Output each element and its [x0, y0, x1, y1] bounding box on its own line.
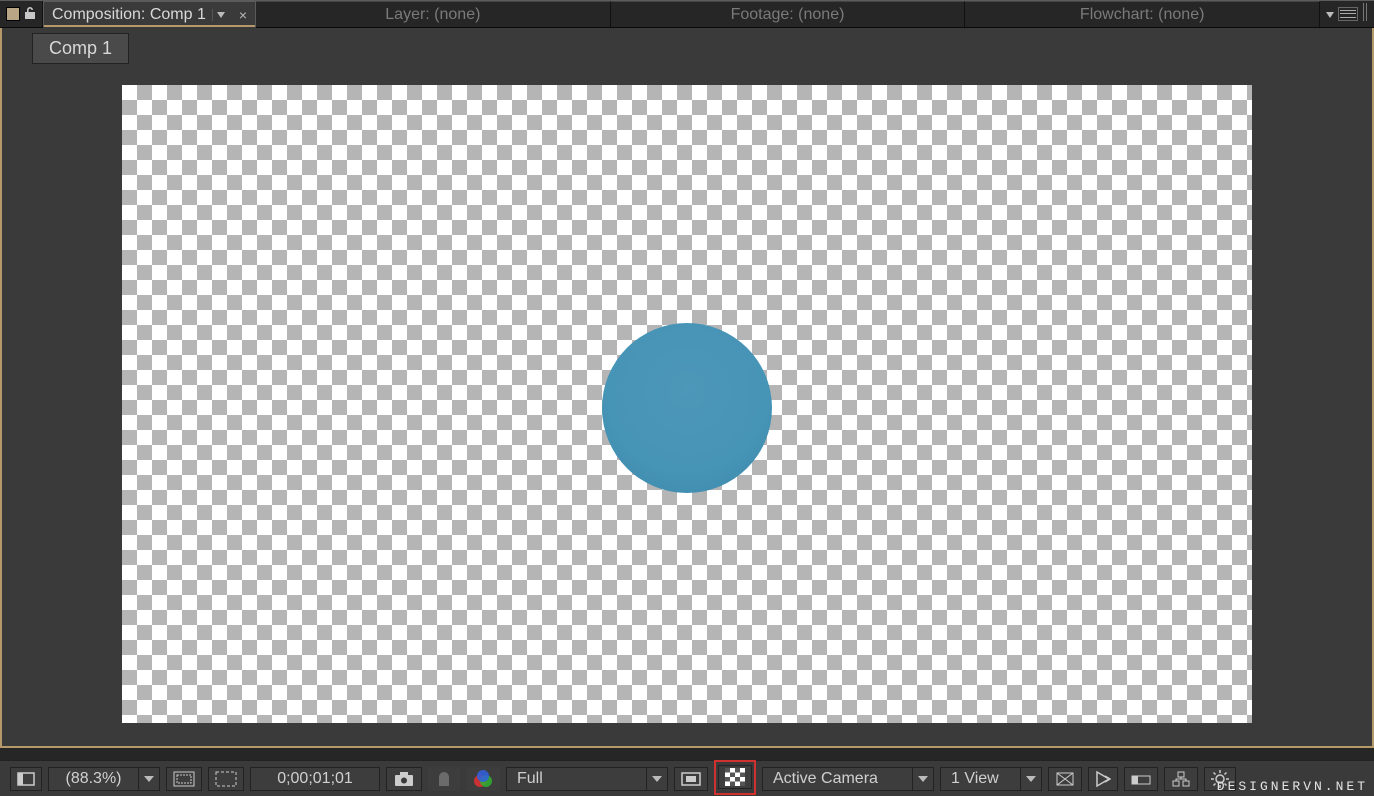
tab-footage[interactable]: Footage: (none)	[611, 1, 966, 27]
tab-composition-label: Composition: Comp 1	[52, 6, 206, 24]
comp-breadcrumb: Comp 1	[2, 28, 1372, 69]
panel-dropdown-icon[interactable]	[1326, 5, 1334, 23]
show-channel-button[interactable]	[428, 767, 460, 791]
tab-layer-label: Layer: (none)	[385, 6, 480, 24]
zoom-value[interactable]: (88.3%)	[48, 767, 138, 791]
close-icon[interactable]: ×	[235, 7, 247, 23]
tab-composition[interactable]: Composition: Comp 1 ×	[43, 1, 256, 27]
panel-corner	[0, 1, 43, 27]
panel-right-controls	[1320, 1, 1374, 27]
viewer-footer: (88.3%) 0;00;01;01 Full	[0, 760, 1374, 796]
zoom-control: (88.3%)	[48, 767, 160, 791]
toggle-transparency-grid-button[interactable]	[718, 765, 752, 789]
unlock-icon[interactable]	[24, 6, 36, 23]
camera-value[interactable]: Active Camera	[762, 767, 912, 791]
canvas-wrap	[2, 69, 1372, 746]
resolution-value[interactable]: Full	[506, 767, 646, 791]
title-safe-button[interactable]	[166, 767, 202, 791]
composition-canvas[interactable]	[122, 85, 1252, 723]
panel-color-swatch[interactable]	[6, 7, 20, 21]
pixel-aspect-button[interactable]	[1048, 767, 1082, 791]
tab-composition-dropdown[interactable]	[212, 9, 229, 21]
rgb-channels-button[interactable]	[466, 767, 500, 791]
composition-panel: Comp 1	[0, 28, 1374, 748]
comp-flowchart-button[interactable]	[1164, 767, 1198, 791]
panel-menu-icon[interactable]	[1338, 7, 1358, 21]
fast-previews-button[interactable]	[1088, 767, 1118, 791]
resolution-dropdown[interactable]	[646, 767, 668, 791]
region-of-interest-button[interactable]	[674, 767, 708, 791]
zoom-dropdown[interactable]	[138, 767, 160, 791]
camera-control: Active Camera	[762, 767, 934, 791]
resolution-control: Full	[506, 767, 668, 791]
tab-layer[interactable]: Layer: (none)	[256, 1, 611, 27]
tab-flowchart-label: Flowchart: (none)	[1080, 6, 1205, 24]
comp-breadcrumb-item[interactable]: Comp 1	[32, 33, 129, 64]
panel-tab-bar: Composition: Comp 1 × Layer: (none) Foot…	[0, 0, 1374, 28]
view-dropdown[interactable]	[1020, 767, 1042, 791]
panel-grip-icon[interactable]	[1362, 3, 1368, 26]
view-layout-control: 1 View	[940, 767, 1042, 791]
tab-footage-label: Footage: (none)	[731, 6, 845, 24]
watermark: DESIGNERVN.NET	[1217, 779, 1368, 794]
timecode-display[interactable]: 0;00;01;01	[250, 767, 380, 791]
snapshot-button[interactable]	[386, 767, 422, 791]
view-value[interactable]: 1 View	[940, 767, 1020, 791]
camera-dropdown[interactable]	[912, 767, 934, 791]
tab-flowchart[interactable]: Flowchart: (none)	[965, 1, 1320, 27]
shape-layer-circle[interactable]	[602, 323, 772, 493]
always-preview-button[interactable]	[10, 767, 42, 791]
mask-visibility-button[interactable]	[208, 767, 244, 791]
timeline-button[interactable]	[1124, 767, 1158, 791]
transparency-grid-highlight	[714, 760, 756, 795]
